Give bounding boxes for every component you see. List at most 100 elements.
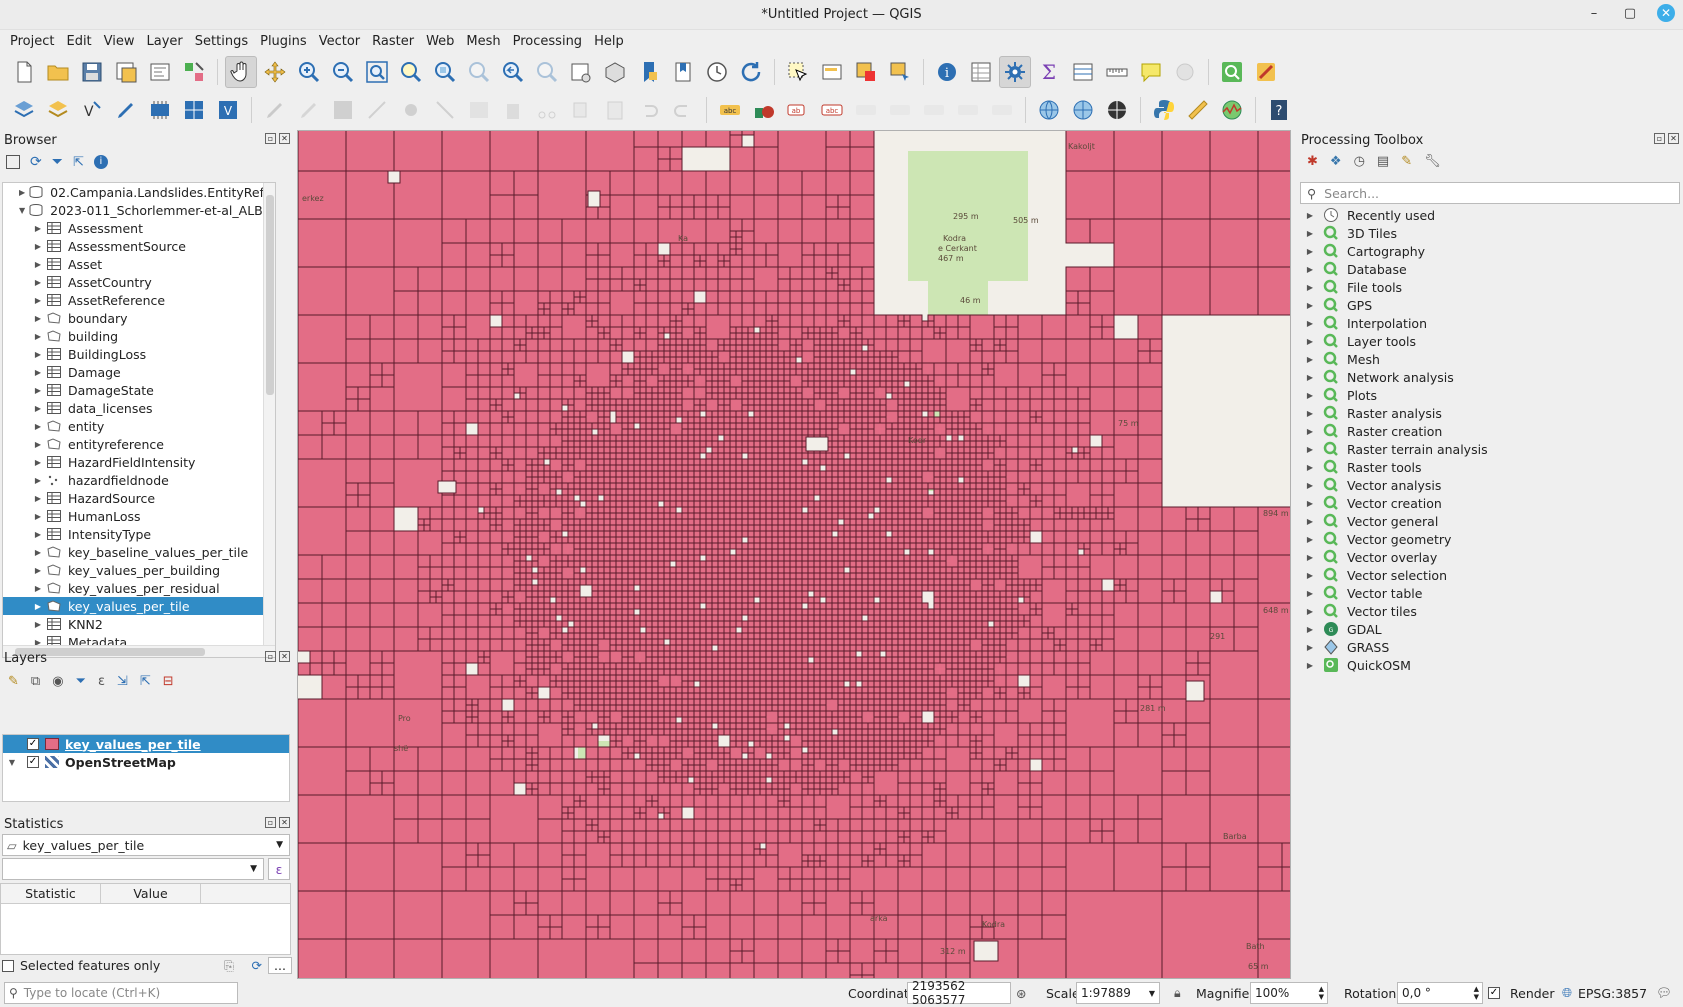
menu-project[interactable]: Project: [4, 34, 60, 49]
toggle-editing-icon[interactable]: [293, 94, 325, 126]
new-3d-view-icon[interactable]: [599, 56, 631, 88]
zoom-native-icon[interactable]: [463, 56, 495, 88]
chevron-right-icon[interactable]: ▶: [33, 584, 43, 593]
close-button[interactable]: ✕: [1657, 4, 1675, 22]
select-location-icon[interactable]: [884, 56, 916, 88]
attribute-table-icon[interactable]: [965, 56, 997, 88]
diagram-tool-icon[interactable]: [748, 94, 780, 126]
filter-legend-icon[interactable]: ⏷: [76, 674, 86, 689]
browser-vscroll[interactable]: [263, 183, 275, 657]
browser-item[interactable]: ▶DamageState: [3, 381, 275, 399]
chevron-right-icon[interactable]: ▶: [33, 476, 43, 485]
deselect-icon[interactable]: [850, 56, 882, 88]
python-console-icon[interactable]: [1148, 94, 1180, 126]
chevron-right-icon[interactable]: ▶: [33, 530, 43, 539]
delete-selected-icon[interactable]: [497, 94, 529, 126]
rotate-label-icon[interactable]: [884, 94, 916, 126]
browser-item[interactable]: ▶KNN2: [3, 615, 275, 633]
menu-vector[interactable]: Vector: [313, 34, 366, 49]
menu-mesh[interactable]: Mesh: [460, 34, 506, 49]
chevron-right-icon[interactable]: ▶: [33, 296, 43, 305]
more-button[interactable]: ...: [268, 957, 292, 974]
browser-item[interactable]: ▶entity: [3, 417, 275, 435]
select-features-icon[interactable]: [782, 56, 814, 88]
float-panel-icon[interactable]: ▫: [265, 133, 276, 144]
measure-icon[interactable]: [1101, 56, 1133, 88]
digitize-icon[interactable]: [110, 94, 142, 126]
remove-layer-icon[interactable]: ⊟: [163, 674, 174, 689]
chevron-down-icon[interactable]: ▼: [7, 758, 17, 767]
chevron-right-icon[interactable]: ▶: [33, 440, 43, 449]
statistics-field-combo[interactable]: ▼: [2, 858, 264, 880]
browser-item[interactable]: ▶HumanLoss: [3, 507, 275, 525]
column-statistic[interactable]: Statistic: [1, 884, 101, 903]
open-table-icon[interactable]: [1067, 56, 1099, 88]
zoom-to-selection-icon[interactable]: [395, 56, 427, 88]
chevron-right-icon[interactable]: ▶: [33, 278, 43, 287]
chevron-right-icon[interactable]: ▶: [33, 386, 43, 395]
menu-plugins[interactable]: Plugins: [254, 34, 313, 49]
add-group-icon[interactable]: ⧉: [31, 674, 40, 689]
browser-item[interactable]: ▶building: [3, 327, 275, 345]
browser-item[interactable]: ▼2023-011_Schorlemmer-et-al_ALB.Alb: [3, 201, 275, 219]
layer-visibility-checkbox[interactable]: ✓: [27, 756, 39, 768]
chevron-right-icon[interactable]: ▶: [33, 242, 43, 251]
browser-item[interactable]: ▶hazardfieldnode: [3, 471, 275, 489]
menu-layer[interactable]: Layer: [141, 34, 189, 49]
layer-item[interactable]: ✓key_values_per_tile: [3, 735, 289, 753]
chevron-right-icon[interactable]: ▶: [33, 602, 43, 611]
new-map-view-icon[interactable]: [565, 56, 597, 88]
menu-edit[interactable]: Edit: [60, 34, 97, 49]
float-panel-icon[interactable]: ▫: [265, 651, 276, 662]
plugin-tool-icon[interactable]: [1250, 56, 1282, 88]
modify-attributes-icon[interactable]: [463, 94, 495, 126]
zoom-last-icon[interactable]: [497, 56, 529, 88]
close-panel-icon[interactable]: ✕: [279, 817, 290, 828]
chevron-right-icon[interactable]: ▶: [33, 458, 43, 467]
chevron-right-icon[interactable]: ▶: [19, 188, 25, 197]
layer-item[interactable]: ▼✓OpenStreetMap: [3, 753, 289, 771]
temporal-controller-icon[interactable]: [701, 56, 733, 88]
edit-pencil-icon[interactable]: [259, 94, 291, 126]
add-layer-icon[interactable]: [42, 94, 74, 126]
cut-icon[interactable]: [531, 94, 563, 126]
chevron-right-icon[interactable]: ▶: [33, 368, 43, 377]
close-panel-icon[interactable]: ✕: [279, 133, 290, 144]
chevron-right-icon[interactable]: ▶: [33, 332, 43, 341]
close-panel-icon[interactable]: ✕: [279, 651, 290, 662]
browser-item[interactable]: ▶Asset: [3, 255, 275, 273]
chevron-right-icon[interactable]: ▶: [33, 620, 43, 629]
redo-icon[interactable]: [667, 94, 699, 126]
style-layer-icon[interactable]: ✎: [8, 674, 19, 689]
move-label-icon[interactable]: [850, 94, 882, 126]
add-feature-icon[interactable]: [361, 94, 393, 126]
layer-visibility-checkbox[interactable]: ✓: [27, 738, 39, 750]
expand-all-icon[interactable]: ⇲: [117, 674, 128, 689]
show-bookmarks-icon[interactable]: [667, 56, 699, 88]
paste-icon[interactable]: [599, 94, 631, 126]
measure-line-icon[interactable]: [1182, 94, 1214, 126]
menu-web[interactable]: Web: [420, 34, 460, 49]
print-layout-icon[interactable]: [144, 56, 176, 88]
undo-icon[interactable]: [633, 94, 665, 126]
browser-item[interactable]: ▶IntensityType: [3, 525, 275, 543]
wfs-icon[interactable]: [1067, 94, 1099, 126]
wcs-icon[interactable]: [1101, 94, 1133, 126]
help-icon[interactable]: ?: [1263, 94, 1295, 126]
refresh-icon[interactable]: [735, 56, 767, 88]
browser-item[interactable]: ▶Assessment: [3, 219, 275, 237]
browser-item[interactable]: ▶boundary: [3, 309, 275, 327]
chevron-right-icon[interactable]: ▶: [33, 566, 43, 575]
show-hide-labels-icon[interactable]: abc: [816, 94, 848, 126]
label-tool-icon[interactable]: abc: [714, 94, 746, 126]
save-project-icon[interactable]: [76, 56, 108, 88]
bookmark-icon[interactable]: [633, 56, 665, 88]
chevron-right-icon[interactable]: ▶: [33, 422, 43, 431]
copy-stats-icon[interactable]: ⎘: [224, 958, 234, 974]
menu-view[interactable]: View: [98, 34, 141, 49]
change-label-icon[interactable]: [918, 94, 950, 126]
browser-item[interactable]: ▶data_licenses: [3, 399, 275, 417]
label-callout-icon[interactable]: [986, 94, 1018, 126]
expression-icon[interactable]: ε: [268, 858, 290, 880]
locator-icon[interactable]: [1216, 56, 1248, 88]
